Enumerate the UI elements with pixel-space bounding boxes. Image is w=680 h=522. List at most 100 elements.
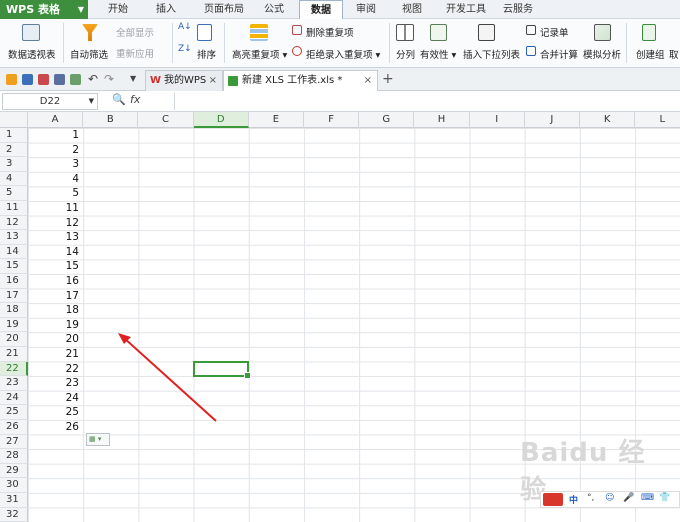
consolidate-button[interactable]: 合并计算 xyxy=(540,47,578,61)
cell-a7[interactable]: 12 xyxy=(28,216,82,231)
row-header-3[interactable]: 3 xyxy=(0,157,28,172)
record-form-button[interactable]: 记录单 xyxy=(540,25,569,39)
cell-a14[interactable]: 19 xyxy=(28,318,82,333)
cell-a4[interactable]: 4 xyxy=(28,172,82,187)
row-header-31[interactable]: 31 xyxy=(0,493,28,508)
column-header-j[interactable]: J xyxy=(525,112,580,128)
row-header-30[interactable]: 30 xyxy=(0,478,28,493)
row-header-18[interactable]: 18 xyxy=(0,303,28,318)
ime-chinese-mode[interactable]: 中 xyxy=(569,493,578,506)
row-header-13[interactable]: 13 xyxy=(0,230,28,245)
cell-a21[interactable]: 26 xyxy=(28,420,82,435)
function-icon[interactable]: fx xyxy=(130,93,140,106)
row-header-4[interactable]: 4 xyxy=(0,171,28,187)
column-header-d[interactable]: D xyxy=(193,112,249,128)
create-group-button[interactable]: 创建组 xyxy=(636,47,665,61)
cell-a1[interactable]: 1 xyxy=(28,128,82,143)
reapply-button[interactable]: 重新应用 xyxy=(116,46,154,60)
customize-dropdown-icon[interactable]: ▼ xyxy=(130,74,136,83)
close-icon[interactable]: × xyxy=(364,71,372,90)
tab-my-wps[interactable]: W 我的WPS × xyxy=(145,70,223,91)
split-columns-button[interactable]: 分列 xyxy=(396,47,415,61)
row-header-26[interactable]: 26 xyxy=(0,420,28,435)
column-header-e[interactable]: E xyxy=(249,112,304,128)
row-header-25[interactable]: 25 xyxy=(0,405,28,420)
column-header-k[interactable]: K xyxy=(580,112,636,128)
name-box[interactable]: D22 ▼ xyxy=(2,93,98,110)
row-header-20[interactable]: 20 xyxy=(0,332,28,347)
row-header-23[interactable]: 23 xyxy=(0,376,28,391)
row-header-11[interactable]: 11 xyxy=(0,201,28,216)
cell-a10[interactable]: 15 xyxy=(28,259,82,274)
row-header-1[interactable]: 1 xyxy=(0,128,28,143)
row-header-2[interactable]: 2 xyxy=(0,142,28,158)
tab-insert[interactable]: 插入 xyxy=(146,0,186,19)
row-header-17[interactable]: 17 xyxy=(0,288,28,304)
row-header-27[interactable]: 27 xyxy=(0,434,28,450)
tab-home[interactable]: 开始 xyxy=(98,0,138,19)
new-tab-button[interactable]: + xyxy=(382,71,394,87)
insert-dropdown-button[interactable]: 插入下拉列表 xyxy=(463,47,520,61)
select-all-corner[interactable] xyxy=(0,112,28,128)
tab-cloud[interactable]: 云服务 xyxy=(496,0,540,19)
cell-a11[interactable]: 16 xyxy=(28,274,82,289)
validity-button[interactable]: 有效性 ▾ xyxy=(420,47,456,61)
save-icon[interactable] xyxy=(22,74,33,85)
cell-a16[interactable]: 21 xyxy=(28,347,82,362)
cell-a2[interactable]: 2 xyxy=(28,143,82,158)
column-header-i[interactable]: I xyxy=(470,112,525,128)
column-header-h[interactable]: H xyxy=(414,112,470,128)
tab-page-layout[interactable]: 页面布局 xyxy=(194,0,254,19)
row-header-15[interactable]: 15 xyxy=(0,259,28,274)
row-header-14[interactable]: 14 xyxy=(0,244,28,260)
open-folder-icon[interactable] xyxy=(6,74,17,85)
sort-descending-icon[interactable]: Z↓ xyxy=(178,44,192,54)
cell-a19[interactable]: 24 xyxy=(28,391,82,406)
highlight-duplicates-button[interactable]: 高亮重复项 ▾ xyxy=(232,47,287,61)
cell-a17[interactable]: 22 xyxy=(28,362,82,377)
row-header-12[interactable]: 12 xyxy=(0,215,28,231)
ime-skin[interactable]: 👕 xyxy=(659,493,670,503)
paste-options-button[interactable]: ▦ ▾ xyxy=(86,433,110,446)
row-header-22[interactable]: 22 xyxy=(0,361,28,377)
cell-a5[interactable]: 5 xyxy=(28,186,82,201)
column-header-g[interactable]: G xyxy=(359,112,415,128)
export-pdf-icon[interactable] xyxy=(38,74,49,85)
row-header-21[interactable]: 21 xyxy=(0,347,28,362)
app-menu-button[interactable]: WPS 表格 ▼ xyxy=(0,0,88,19)
ime-voice[interactable]: 🎤 xyxy=(623,493,634,503)
pivot-table-button[interactable]: 数据透视表 xyxy=(8,47,56,61)
row-header-29[interactable]: 29 xyxy=(0,463,28,479)
tab-view[interactable]: 视图 xyxy=(392,0,432,19)
undo-icon[interactable]: ↶ xyxy=(88,72,98,86)
autofilter-button[interactable]: 自动筛选 xyxy=(70,47,108,61)
close-icon[interactable]: × xyxy=(209,71,217,90)
cell-a12[interactable]: 17 xyxy=(28,289,82,304)
reject-duplicates-button[interactable]: 拒绝录入重复项 ▾ xyxy=(306,47,380,61)
column-header-l[interactable]: L xyxy=(635,112,680,128)
row-header-24[interactable]: 24 xyxy=(0,390,28,406)
zoom-search-icon[interactable]: 🔍 xyxy=(112,93,126,106)
column-header-a[interactable]: A xyxy=(28,112,84,128)
cell-a20[interactable]: 25 xyxy=(28,405,82,420)
selected-cell-d22[interactable] xyxy=(193,360,251,379)
row-header-5[interactable]: 5 xyxy=(0,186,28,201)
ime-keyboard[interactable]: ⌨ xyxy=(641,493,654,503)
row-header-19[interactable]: 19 xyxy=(0,317,28,333)
redo-icon[interactable]: ↷ xyxy=(104,72,114,86)
tab-review[interactable]: 审阅 xyxy=(346,0,386,19)
tab-formula[interactable]: 公式 xyxy=(254,0,294,19)
remove-duplicates-button[interactable]: 删除重复项 xyxy=(306,25,354,39)
row-header-28[interactable]: 28 xyxy=(0,449,28,464)
cell-a8[interactable]: 13 xyxy=(28,230,82,245)
show-all-button[interactable]: 全部显示 xyxy=(116,25,154,39)
ime-emoji[interactable]: ☺ xyxy=(605,493,614,503)
tab-data[interactable]: 数据 xyxy=(299,0,343,20)
formula-input[interactable] xyxy=(174,93,678,110)
column-header-b[interactable]: B xyxy=(83,112,139,128)
cell-a13[interactable]: 18 xyxy=(28,303,82,318)
cell-a6[interactable]: 11 xyxy=(28,201,82,216)
column-header-c[interactable]: C xyxy=(138,112,194,128)
cell-a15[interactable]: 20 xyxy=(28,332,82,347)
cell-a9[interactable]: 14 xyxy=(28,245,82,260)
